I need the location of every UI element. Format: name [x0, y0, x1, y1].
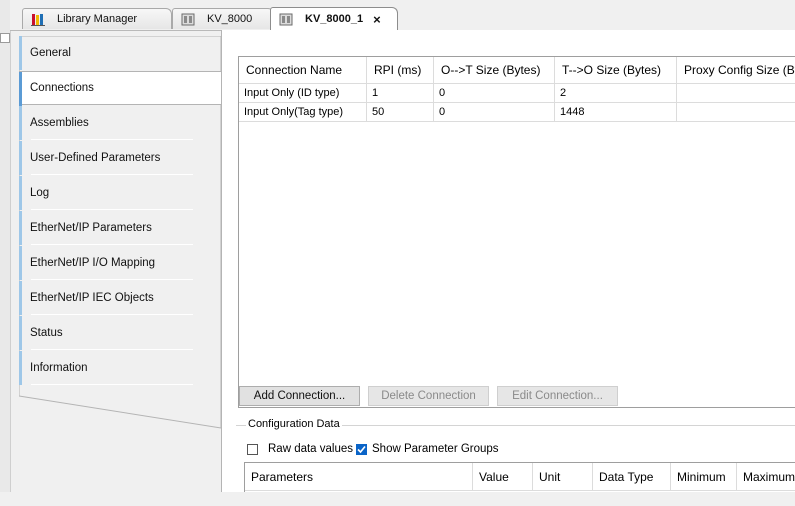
show-parameter-groups-checkbox[interactable]: Show Parameter Groups — [356, 441, 499, 457]
nav-separator — [31, 174, 193, 175]
cell-rpi: 1 — [367, 84, 434, 103]
tab-library-manager[interactable]: Library Manager — [22, 8, 172, 29]
raw-data-values-checkbox[interactable]: Raw data values — [247, 441, 353, 457]
nav-accent-bar — [19, 351, 22, 385]
nav-accent-bar — [19, 36, 22, 70]
tab-label: KV_8000 — [207, 13, 253, 25]
nav-item-user-defined-parameters[interactable]: User-Defined Parameters — [19, 141, 221, 175]
cell-t-o-size: 1448 — [555, 103, 677, 122]
nav-separator — [31, 209, 193, 210]
column-header-t-o-size[interactable]: T-->O Size (Bytes) — [555, 57, 677, 84]
column-header-maximum[interactable]: Maximum — [737, 463, 795, 491]
checkbox-label: Raw data values — [268, 443, 354, 455]
nav-item-label: User-Defined Parameters — [30, 152, 161, 164]
cell-t-o-size: 2 — [555, 84, 677, 103]
library-books-icon — [31, 13, 45, 26]
checkbox-box[interactable] — [356, 443, 367, 455]
nav-separator — [31, 279, 193, 280]
connections-page: Connection Name RPI (ms) O-->T Size (Byt… — [221, 30, 795, 492]
nav-separator — [31, 139, 193, 140]
nav-accent-bar — [19, 72, 22, 106]
nav-item-label: General — [30, 47, 71, 59]
nav-separator — [31, 349, 193, 350]
column-header-proxy-config-size[interactable]: Proxy Config Size (By — [677, 57, 795, 84]
device-settings-nav: General Connections Assemblies User-Defi… — [19, 36, 221, 492]
cell-connection-name: Input Only (ID type) — [239, 84, 367, 103]
column-header-rpi[interactable]: RPI (ms) — [367, 57, 434, 84]
table-row[interactable]: Input Only (ID type) 1 0 2 — [239, 84, 795, 103]
nav-item-general[interactable]: General — [19, 36, 221, 70]
add-connection-button[interactable]: Add Connection... — [239, 386, 360, 406]
tab-label: Library Manager — [57, 13, 138, 25]
nav-separator — [31, 244, 193, 245]
tab-kv-8000-1[interactable]: KV_8000_1 × — [270, 7, 398, 30]
nav-item-label: Information — [30, 362, 88, 374]
nav-accent-bar — [19, 281, 22, 315]
checkmark-icon — [357, 445, 366, 453]
table-header-row: Connection Name RPI (ms) O-->T Size (Byt… — [239, 57, 795, 84]
column-header-minimum[interactable]: Minimum — [671, 463, 737, 491]
device-module-icon — [279, 13, 293, 25]
nav-accent-bar — [19, 316, 22, 350]
table-row[interactable]: Input Only(Tag type) 50 0 1448 — [239, 103, 795, 122]
nav-item-information[interactable]: Information — [19, 351, 221, 385]
cell-o-t-size: 0 — [434, 84, 555, 103]
column-header-parameters[interactable]: Parameters — [245, 463, 473, 491]
nav-item-label: Status — [30, 327, 63, 339]
nav-item-status[interactable]: Status — [19, 316, 221, 350]
column-header-data-type[interactable]: Data Type — [593, 463, 671, 491]
cell-proxy-config-size — [677, 103, 795, 122]
cell-o-t-size: 0 — [434, 103, 555, 122]
nav-item-ethernetip-parameters[interactable]: EtherNet/IP Parameters — [19, 211, 221, 245]
nav-item-label: EtherNet/IP I/O Mapping — [30, 257, 156, 269]
nav-accent-bar — [19, 106, 22, 140]
edit-connection-button[interactable]: Edit Connection... — [497, 386, 618, 406]
close-icon[interactable]: × — [373, 13, 381, 26]
nav-accent-bar — [19, 246, 22, 280]
panel-collapse-handle[interactable] — [0, 33, 10, 43]
nav-accent-bar — [19, 211, 22, 245]
checkbox-box[interactable] — [247, 443, 258, 455]
nav-item-label: Assemblies — [30, 117, 89, 129]
nav-accent-bar — [19, 176, 22, 210]
delete-connection-button[interactable]: Delete Connection — [368, 386, 489, 406]
document-tab-bar: Library Manager KV_8000 KV_8000_1 × — [10, 0, 795, 31]
device-module-icon — [181, 13, 195, 25]
table-header-row: Parameters Value Unit Data Type Minimum … — [245, 463, 795, 491]
column-header-value[interactable]: Value — [473, 463, 533, 491]
nav-item-ethernetip-iec-objects[interactable]: EtherNet/IP IEC Objects — [19, 281, 221, 315]
nav-item-log[interactable]: Log — [19, 176, 221, 210]
nav-separator — [31, 314, 193, 315]
nav-item-connections[interactable]: Connections — [19, 71, 221, 106]
column-header-connection-name[interactable]: Connection Name — [239, 57, 367, 84]
parameters-table: Parameters Value Unit Data Type Minimum … — [244, 462, 795, 492]
nav-item-label: EtherNet/IP IEC Objects — [30, 292, 154, 304]
cell-proxy-config-size — [677, 84, 795, 103]
connections-table: Connection Name RPI (ms) O-->T Size (Byt… — [238, 56, 795, 408]
checkbox-label: Show Parameter Groups — [372, 443, 499, 455]
nav-item-label: Connections — [30, 82, 94, 94]
left-edge-panel — [0, 0, 11, 492]
nav-separator — [31, 384, 193, 385]
nav-accent-bar — [19, 141, 22, 175]
nav-item-label: EtherNet/IP Parameters — [30, 222, 152, 234]
nav-item-assemblies[interactable]: Assemblies — [19, 106, 221, 140]
cell-rpi: 50 — [367, 103, 434, 122]
nav-item-ethernetip-io-mapping[interactable]: EtherNet/IP I/O Mapping — [19, 246, 221, 280]
tab-kv-8000[interactable]: KV_8000 — [172, 8, 274, 29]
column-header-unit[interactable]: Unit — [533, 463, 593, 491]
cell-connection-name: Input Only(Tag type) — [239, 103, 367, 122]
nav-item-label: Log — [30, 187, 50, 199]
group-title: Configuration Data — [246, 418, 342, 430]
tab-label: KV_8000_1 — [305, 13, 364, 25]
column-header-o-t-size[interactable]: O-->T Size (Bytes) — [434, 57, 555, 84]
